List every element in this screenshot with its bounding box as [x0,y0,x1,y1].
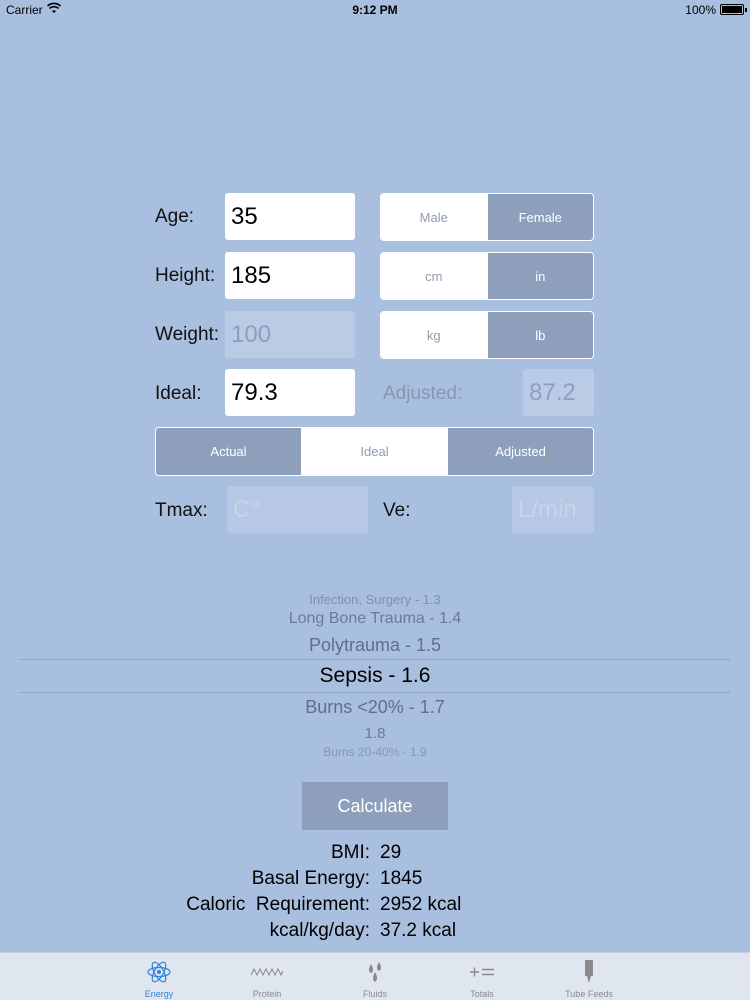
weight-label: Weight: [155,324,220,345]
ideal-label: Ideal: [155,383,202,404]
bmi-label: BMI: [330,842,370,863]
weight-input[interactable]: 100 [225,311,355,358]
picker-item[interactable]: Long Bone Trauma - 1.4 [0,610,750,628]
status-bar: Carrier 9:12 PM 100% [0,0,750,20]
results-panel: BMI: 29 Basal Energy: 1845 Caloric Requi… [0,842,750,947]
clock: 9:12 PM [352,3,398,17]
basal-energy-value: 1845 [380,868,423,889]
picker-selection-top-line [20,659,730,660]
segment-male[interactable]: Male [381,194,487,240]
weight-unit-segmented-control: kg lb [380,311,594,359]
tab-totals[interactable]: Totals [427,953,537,1000]
picker-item[interactable]: Burns 20-40% - 1.9 [0,745,750,759]
tmax-label: Tmax: [155,500,208,521]
tab-protein[interactable]: Protein [212,953,322,1000]
tab-label: Energy [144,989,174,999]
adjusted-value: 87.2 [523,369,594,416]
sex-segmented-control: Male Female [380,193,594,241]
segment-in[interactable]: in [486,253,593,299]
tube-feed-icon [534,959,644,985]
tab-label: Totals [470,989,494,999]
age-label: Age: [155,206,195,227]
segment-actual[interactable]: Actual [156,428,301,475]
basal-energy-label: Basal Energy: [251,868,370,889]
stress-factor-picker[interactable]: Infection, Surgery - 1.3 Long Bone Traum… [0,588,750,768]
tab-bar: Energy Protein Fluids Totals Tube Feeds [0,952,750,1000]
age-input[interactable]: 35 [225,193,355,240]
ve-input[interactable]: L/min [512,486,594,533]
kcal-per-kg-label: kcal/kg/day: [269,920,370,941]
plus-equals-icon [427,959,537,985]
tab-fluids[interactable]: Fluids [320,953,430,1000]
tab-energy[interactable]: Energy [104,953,214,1000]
segment-adjusted[interactable]: Adjusted [447,428,593,475]
segment-kg[interactable]: kg [381,312,487,358]
segment-lb[interactable]: lb [486,312,593,358]
tab-label: Fluids [362,989,387,999]
battery-percent: 100% [685,3,716,17]
caloric-requirement-value: 2952 kcal [380,894,462,915]
height-label: Height: [155,265,216,286]
segment-ideal[interactable]: Ideal [301,428,447,475]
kcal-per-kg-value: 37.2 kcal [380,920,457,941]
bmi-value: 29 [380,842,402,863]
battery-icon [720,4,747,15]
picker-item[interactable]: 1.8 [0,725,750,742]
protein-chain-icon [212,959,322,985]
weight-basis-segmented-control: Actual Ideal Adjusted [155,427,594,476]
segment-cm[interactable]: cm [381,253,487,299]
picker-selected-item[interactable]: Sepsis - 1.6 [0,664,750,688]
picker-item[interactable]: Infection, Surgery - 1.3 [0,592,750,607]
tab-label: Protein [252,989,282,999]
droplets-icon [320,959,430,985]
segment-female[interactable]: Female [486,194,593,240]
tab-label: Tube Feeds [565,989,613,999]
picker-selection-bottom-line [20,692,730,693]
tab-tube-feeds[interactable]: Tube Feeds [534,953,644,1000]
picker-item[interactable]: Polytrauma - 1.5 [0,635,750,656]
adjusted-label: Adjusted: [383,383,463,404]
tmax-input[interactable]: C° [227,486,368,533]
height-unit-segmented-control: cm in [380,252,594,300]
picker-item[interactable]: Burns <20% - 1.7 [0,697,750,718]
atom-icon [104,959,214,985]
calculate-button[interactable]: Calculate [302,782,448,830]
height-input[interactable]: 185 [225,252,355,299]
ve-label: Ve: [383,500,411,521]
caloric-requirement-label: Caloric Requirement: [186,894,370,915]
ideal-input[interactable]: 79.3 [225,369,355,416]
